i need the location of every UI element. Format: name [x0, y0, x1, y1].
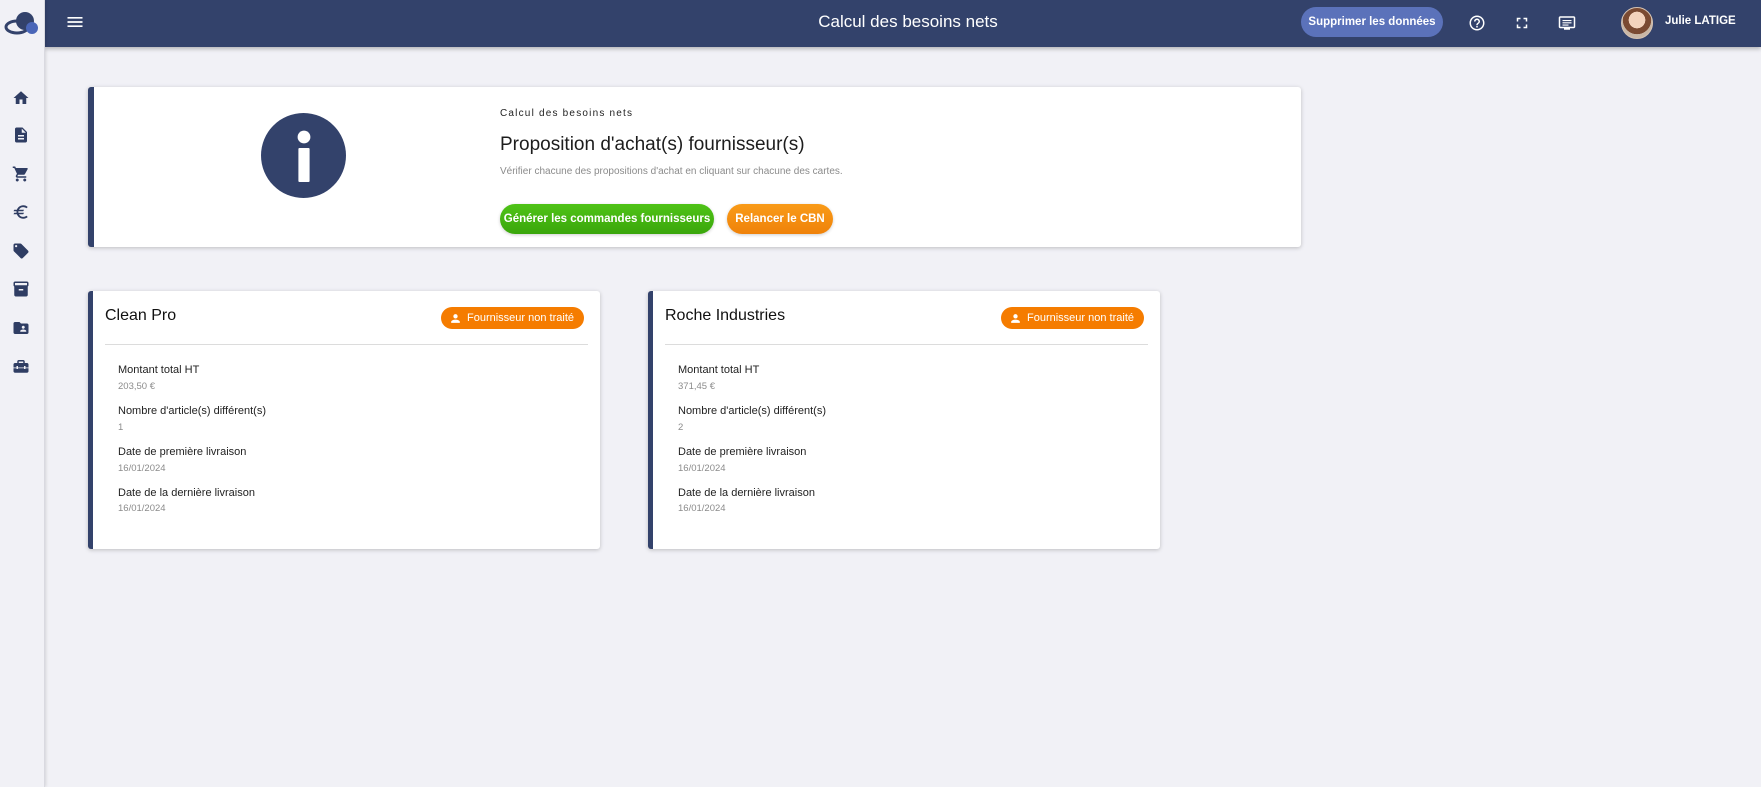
delete-data-button[interactable]: Supprimer les données	[1301, 7, 1443, 37]
field-label: Nombre d'article(s) différent(s)	[678, 405, 826, 417]
field-label: Montant total HT	[118, 364, 200, 376]
field-label: Date de première livraison	[118, 446, 247, 458]
sidebar-item-finance[interactable]	[10, 201, 32, 223]
info-description: Vérifier chacune des propositions d'acha…	[500, 166, 843, 177]
page-title: Calcul des besoins nets	[818, 12, 998, 31]
help-button[interactable]	[1466, 12, 1488, 34]
fullscreen-icon	[1516, 17, 1528, 29]
divider	[105, 344, 588, 345]
toolbox-icon	[13, 360, 29, 373]
field-value: 2	[678, 422, 684, 433]
user-avatar[interactable]	[1621, 7, 1653, 39]
menu-toggle-button[interactable]	[65, 12, 89, 34]
field-value: 16/01/2024	[118, 503, 166, 514]
info-icon	[297, 130, 310, 182]
screen-message-icon	[1558, 16, 1576, 30]
app-logo[interactable]	[0, 0, 45, 45]
field-label: Date de la dernière livraison	[678, 487, 815, 499]
logo-icon	[4, 11, 38, 34]
sidebar-item-tools[interactable]	[10, 355, 32, 377]
contact-folder-icon	[13, 322, 29, 334]
field-value: 16/01/2024	[118, 463, 166, 474]
home-icon	[13, 91, 29, 104]
document-icon	[15, 127, 27, 143]
sidebar-item-stock[interactable]	[10, 278, 32, 300]
sidebar-item-products[interactable]	[10, 240, 32, 262]
supplier-name: Clean Pro	[105, 307, 177, 324]
supplier-card[interactable]: Roche Industries Fournisseur non traité …	[648, 291, 1160, 549]
status-label: Fournisseur non traité	[1027, 312, 1134, 324]
status-label: Fournisseur non traité	[467, 312, 574, 324]
generate-orders-button[interactable]: Générer les commandes fournisseurs	[500, 204, 714, 234]
help-circle-icon	[1469, 15, 1485, 31]
archive-icon	[13, 281, 29, 297]
supplier-name: Roche Industries	[665, 307, 786, 324]
field-value: 16/01/2024	[678, 503, 726, 514]
sidebar-item-purchases[interactable]	[10, 163, 32, 185]
info-title: Proposition d'achat(s) fournisseur(s)	[500, 134, 805, 155]
field-value: 1	[118, 422, 124, 433]
hamburger-menu-icon	[67, 17, 83, 27]
info-kicker: Calcul des besoins nets	[500, 108, 634, 119]
field-value: 16/01/2024	[678, 463, 726, 474]
field-label: Date de la dernière livraison	[118, 487, 255, 499]
euro-icon	[13, 205, 28, 219]
status-badge: Fournisseur non traité	[441, 307, 584, 329]
user-name[interactable]: Julie LATIGE	[1665, 15, 1736, 27]
cart-icon	[12, 166, 28, 182]
sidebar-item-home[interactable]	[10, 87, 32, 109]
top-header: Calcul des besoins nets Supprimer les do…	[45, 0, 1761, 47]
rerun-cbn-button[interactable]: Relancer le CBN	[727, 204, 833, 234]
fullscreen-button[interactable]	[1511, 12, 1533, 34]
person-icon	[451, 313, 460, 323]
divider	[665, 344, 1148, 345]
field-label: Date de première livraison	[678, 446, 807, 458]
field-value: 371,45 €	[678, 381, 715, 392]
sidebar	[0, 0, 45, 787]
field-label: Montant total HT	[678, 364, 760, 376]
tag-icon	[13, 243, 29, 259]
field-label: Nombre d'article(s) différent(s)	[118, 405, 266, 417]
feedback-button[interactable]	[1556, 12, 1578, 34]
sidebar-item-documents[interactable]	[10, 124, 32, 146]
status-badge: Fournisseur non traité	[1001, 307, 1144, 329]
info-card: Calcul des besoins nets Proposition d'ac…	[88, 87, 1301, 247]
supplier-card[interactable]: Clean Pro Fournisseur non traité Montant…	[88, 291, 600, 549]
person-icon	[1011, 313, 1020, 323]
field-value: 203,50 €	[118, 381, 155, 392]
info-badge	[261, 113, 346, 198]
sidebar-item-contacts[interactable]	[10, 317, 32, 339]
